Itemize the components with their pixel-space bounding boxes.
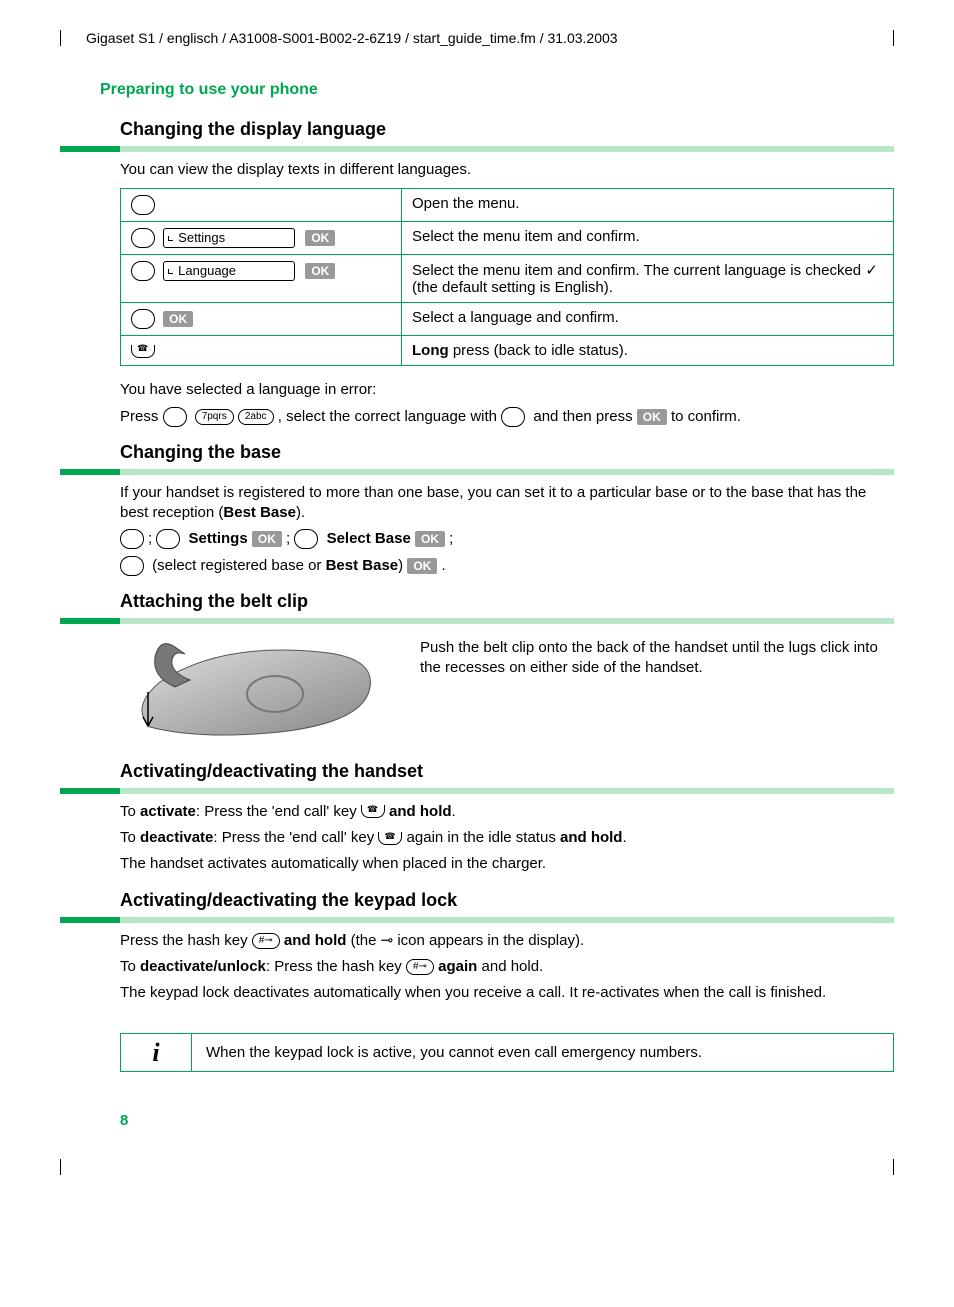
info-note-box: i When the keypad lock is active, you ca… [120, 1033, 894, 1072]
heading-changing-base: Changing the base [120, 442, 894, 463]
nav-key-icon [501, 407, 525, 427]
nav-key-icon [131, 228, 155, 248]
nav-key-icon [131, 261, 155, 281]
end-call-key-icon [131, 345, 155, 358]
end-call-key-icon [361, 805, 385, 818]
belt-clip-illustration [120, 632, 390, 746]
page-number: 8 [120, 1112, 894, 1129]
heading-rule [60, 917, 894, 923]
table-row: Long press (back to idle status). [121, 336, 894, 366]
table-row: Settings OK Select the menu item and con… [121, 222, 894, 255]
page-header: Gigaset S1 / englisch / A31008-S001-B002… [60, 30, 894, 46]
heading-rule [60, 146, 894, 152]
step-desc: Select a language and confirm. [402, 303, 894, 336]
step-desc: Long press (back to idle status). [402, 336, 894, 366]
step-desc: Select the menu item and confirm. The cu… [402, 255, 894, 303]
ok-badge: OK [305, 230, 335, 246]
heading-rule [60, 618, 894, 624]
key-7: 7pqrs [195, 409, 234, 425]
heading-rule [60, 788, 894, 794]
ok-badge: OK [252, 531, 282, 547]
end-call-key-icon [378, 832, 402, 845]
ok-badge: OK [637, 409, 667, 425]
error-lang-para: You have selected a language in error: [120, 380, 894, 400]
activate-line: To activate: Press the 'end call' key an… [120, 802, 894, 822]
chapter-title: Preparing to use your phone [100, 81, 894, 99]
step-desc: Select the menu item and confirm. [402, 222, 894, 255]
crop-mark-right [893, 30, 894, 46]
header-path-text: Gigaset S1 / englisch / A31008-S001-B002… [86, 30, 868, 46]
auto-activate-line: The handset activates automatically when… [120, 854, 894, 874]
footer-crop-marks [60, 1159, 894, 1175]
nav-key-icon [163, 407, 187, 427]
lock-icon: ⊸ [381, 932, 394, 949]
heading-rule [60, 469, 894, 475]
info-note-text: When the keypad lock is active, you cann… [192, 1034, 893, 1071]
hash-key-icon: #⊸ [252, 933, 280, 949]
belt-clip-text: Push the belt clip onto the back of the … [420, 638, 894, 740]
lock-deactivate-line: To deactivate/unlock: Press the hash key… [120, 957, 894, 977]
ok-badge: OK [407, 558, 437, 574]
nav-key-icon [131, 309, 155, 329]
nav-key-icon [156, 529, 180, 549]
language-steps-table: Open the menu. Settings OK Select the me… [120, 188, 894, 366]
menu-settings: Settings [163, 228, 295, 248]
menu-language: Language [163, 261, 295, 281]
step-desc: Open the menu. [402, 189, 894, 222]
deactivate-line: To deactivate: Press the 'end call' key … [120, 828, 894, 848]
check-icon: ✓ [865, 262, 878, 279]
nav-key-icon [120, 529, 144, 549]
info-icon: i [121, 1034, 192, 1071]
crop-mark-right [893, 1159, 894, 1175]
table-row: Open the menu. [121, 189, 894, 222]
heading-keypad-lock: Activating/deactivating the keypad lock [120, 890, 894, 911]
table-row: OK Select a language and confirm. [121, 303, 894, 336]
heading-belt-clip: Attaching the belt clip [120, 591, 894, 612]
crop-mark-left [60, 1159, 61, 1175]
base-intro: If your handset is registered to more th… [120, 483, 894, 524]
base-steps-line2: (select registered base or Best Base) OK… [120, 556, 894, 576]
error-lang-steps: Press 7pqrs 2abc , select the correct la… [120, 407, 894, 427]
heading-activate-handset: Activating/deactivating the handset [120, 761, 894, 782]
heading-display-language: Changing the display language [120, 119, 894, 140]
ok-badge: OK [415, 531, 445, 547]
nav-key-icon [294, 529, 318, 549]
nav-key-icon [131, 195, 155, 215]
nav-key-icon [120, 556, 144, 576]
table-row: Language OK Select the menu item and con… [121, 255, 894, 303]
ok-badge: OK [305, 263, 335, 279]
intro-para: You can view the display texts in differ… [120, 160, 894, 180]
hash-key-icon: #⊸ [406, 959, 434, 975]
crop-mark-left [60, 30, 61, 46]
base-steps-line1: ; Settings OK ; Select Base OK ; [120, 529, 894, 549]
lock-auto-line: The keypad lock deactivates automaticall… [120, 983, 894, 1003]
lock-activate-line: Press the hash key #⊸ and hold (the ⊸ ic… [120, 931, 894, 951]
key-2: 2abc [238, 409, 274, 425]
ok-badge: OK [163, 311, 193, 327]
belt-clip-figure: Push the belt clip onto the back of the … [120, 632, 894, 746]
